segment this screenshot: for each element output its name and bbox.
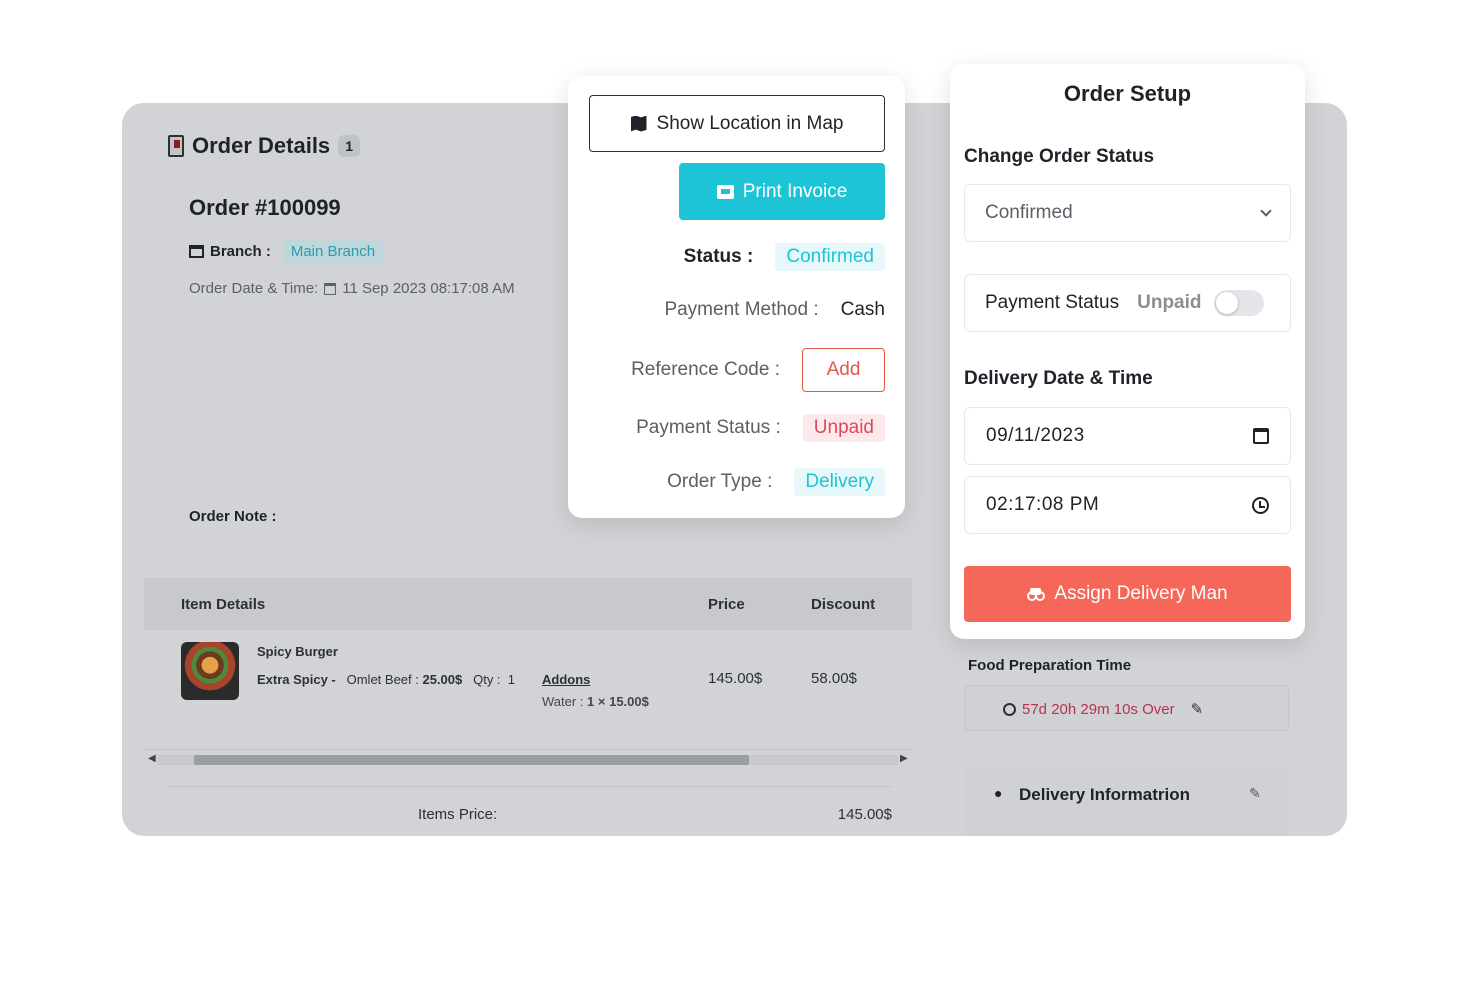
chevron-down-icon [1260, 205, 1272, 217]
show-location-button[interactable]: Show Location in Map [589, 95, 885, 152]
order-type-badge: Delivery [794, 468, 885, 496]
store-icon [189, 245, 204, 258]
order-details-header: Order Details 1 [168, 133, 361, 159]
qty-value: 1 [507, 672, 516, 687]
payment-status-row: Payment Status : Unpaid [636, 414, 885, 442]
change-status-label: Change Order Status [964, 146, 1155, 167]
calendar-icon [324, 282, 337, 295]
status-label: Status : [683, 246, 754, 267]
payment-status-label: Payment Status : [636, 417, 781, 438]
header-item-details: Item Details [181, 596, 266, 613]
order-date-value: 11 Sep 2023 08:17:08 AM [342, 280, 515, 297]
payment-status-setup-value: Unpaid [1137, 292, 1202, 313]
delivery-datetime-label: Delivery Date & Time [964, 368, 1153, 389]
payment-method-value: Cash [840, 299, 885, 320]
branch-label: Branch : [210, 243, 271, 260]
print-invoice-button[interactable]: Print Invoice [679, 163, 885, 220]
delivery-time-value: 02:17:08 PM [986, 494, 1100, 515]
scroll-right-icon[interactable]: ▶ [900, 753, 908, 764]
food-name: Spicy Burger [257, 644, 338, 659]
order-note-label: Order Note : [189, 508, 277, 525]
stopwatch-icon [1003, 702, 1016, 716]
addon-name: Water : [542, 694, 584, 709]
payment-status-toggle[interactable] [1213, 290, 1264, 316]
order-type-label: Order Type : [667, 471, 773, 492]
reference-code-row: Reference Code : Add [631, 348, 885, 392]
variation-label: Extra Spicy - [257, 672, 336, 687]
horizontal-scrollbar[interactable]: ◀ ▶ [144, 753, 912, 767]
item-price: 145.00$ [708, 670, 763, 687]
food-prep-timer: 57d 20h 29m 10s Over ✎ [1003, 700, 1203, 718]
order-type-row: Order Type : Delivery [667, 468, 885, 496]
payment-status-badge: Unpaid [802, 414, 885, 442]
order-setup-title: Order Setup [1063, 81, 1192, 106]
edit-icon[interactable]: ✎ [1191, 700, 1204, 718]
items-price-label: Items Price: [418, 806, 498, 823]
addon-value: 1 × 15.00$ [587, 694, 649, 709]
variation-line: Extra Spicy - Omlet Beef : 25.00$ Qty : … [257, 672, 515, 687]
map-icon [630, 115, 647, 132]
delivery-info-title: Delivery Informatrion [1019, 785, 1190, 804]
order-status-select[interactable]: Confirmed [964, 184, 1291, 242]
delivery-info-box: ● Delivery Informatrion ✎ [964, 765, 1289, 836]
variation-value: Omlet Beef : [346, 672, 419, 687]
order-date-row: Order Date & Time: 11 Sep 2023 08:17:08 … [189, 280, 515, 297]
delivery-time-input[interactable]: 02:17:08 PM [964, 476, 1291, 534]
clock-icon[interactable] [1252, 496, 1269, 514]
branch-badge: Main Branch [282, 240, 384, 263]
status-row: Status : Confirmed [684, 243, 885, 271]
assign-delivery-man-button[interactable]: Assign Delivery Man [964, 566, 1291, 622]
order-details-title: Order Details [192, 133, 331, 158]
items-price-value: 145.00$ [837, 806, 892, 823]
calendar-icon[interactable] [1253, 428, 1269, 444]
add-reference-button[interactable]: Add [802, 348, 885, 392]
payment-status-box: Payment Status Unpaid [964, 274, 1291, 332]
addons-link[interactable]: Addons [542, 672, 590, 687]
payment-status-setup-label: Payment Status [985, 292, 1120, 313]
order-count-badge: 1 [338, 135, 361, 157]
items-table: Item Details Price Discount Spicy Burger… [144, 578, 912, 750]
person-icon: ● [994, 785, 1003, 801]
scroll-thumb[interactable] [194, 755, 749, 765]
payment-method-row: Payment Method : Cash [664, 299, 885, 321]
food-prep-timer-text: 57d 20h 29m 10s Over [1022, 700, 1175, 718]
reference-code-label: Reference Code : [631, 359, 780, 380]
order-setup-card: Order Setup Change Order Status Confirme… [950, 64, 1305, 639]
order-status-card: Show Location in Map Print Invoice Statu… [568, 76, 905, 518]
order-status-selected: Confirmed [985, 202, 1073, 223]
food-image [181, 642, 239, 700]
header-price: Price [708, 596, 745, 613]
show-location-label: Show Location in Map [656, 112, 844, 134]
payment-method-label: Payment Method : [664, 299, 819, 320]
items-price-row: Items Price: 145.00$ [168, 786, 892, 823]
print-invoice-label: Print Invoice [742, 180, 848, 202]
food-prep-box: 57d 20h 29m 10s Over ✎ [964, 685, 1289, 731]
header-discount: Discount [811, 596, 876, 613]
order-number: Order #100099 [189, 195, 341, 220]
table-row: Spicy Burger Extra Spicy - Omlet Beef : … [144, 630, 912, 750]
edit-delivery-icon[interactable]: ✎ [1249, 785, 1261, 802]
food-prep-title: Food Preparation Time [968, 657, 1132, 674]
qty-label: Qty : [473, 672, 501, 687]
variation-price: 25.00$ [422, 672, 463, 687]
document-icon [168, 135, 184, 157]
status-badge: Confirmed [775, 243, 885, 271]
table-header: Item Details Price Discount [144, 578, 912, 630]
toggle-knob [1215, 292, 1238, 314]
delivery-date-value: 09/11/2023 [986, 425, 1085, 446]
scooter-icon [1027, 587, 1046, 601]
order-date-label: Order Date & Time: [189, 280, 319, 297]
printer-icon [716, 184, 734, 199]
addon-line: Water : 1 × 15.00$ [542, 694, 649, 709]
scroll-left-icon[interactable]: ◀ [148, 753, 156, 764]
delivery-date-input[interactable]: 09/11/2023 [964, 407, 1291, 465]
branch-row: Branch : Main Branch [189, 240, 384, 263]
item-discount: 58.00$ [811, 670, 857, 687]
assign-delivery-label: Assign Delivery Man [1054, 583, 1228, 604]
